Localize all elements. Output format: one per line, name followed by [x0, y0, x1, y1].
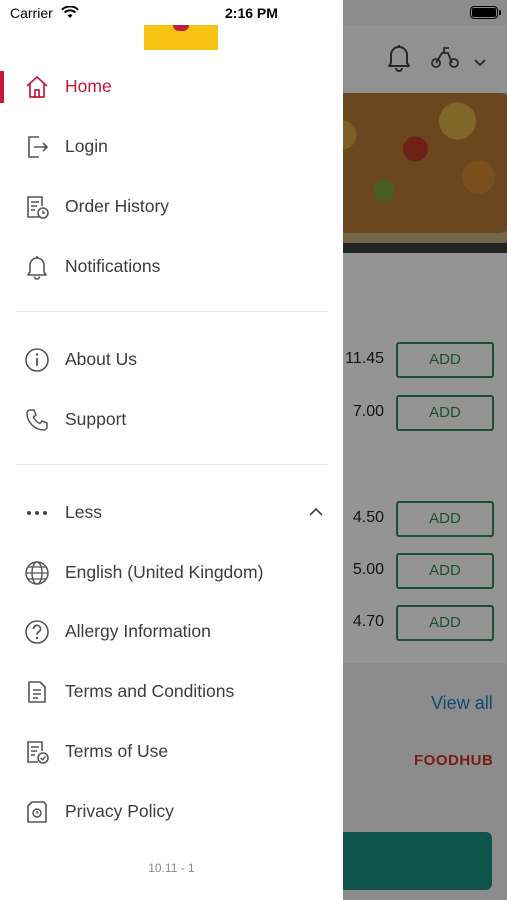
login-icon — [24, 134, 50, 160]
menu-item-about-us[interactable]: About Us — [0, 334, 343, 384]
menu-item-label: Order History — [65, 196, 170, 216]
menu-item-label: English (United Kingdom) — [65, 562, 264, 582]
menu-item-less[interactable]: Less — [0, 487, 343, 537]
menu-item-privacy-policy[interactable]: Privacy Policy — [0, 786, 343, 836]
status-bar: Carrier 2:16 PM — [0, 0, 507, 26]
menu-item-label: About Us — [65, 349, 137, 369]
menu-item-terms-of-use[interactable]: Terms of Use — [0, 726, 343, 776]
phone-icon — [24, 407, 50, 433]
home-icon — [24, 74, 50, 100]
order-history-icon — [24, 194, 50, 220]
menu-item-label: Terms and Conditions — [65, 681, 235, 701]
menu-item-login[interactable]: Login — [0, 121, 343, 171]
more-dots-icon — [24, 500, 50, 526]
question-icon — [24, 619, 50, 645]
menu-item-label: Allergy Information — [65, 621, 211, 641]
active-indicator — [0, 71, 4, 103]
menu-item-label: Support — [65, 409, 127, 429]
menu-item-label: Home — [65, 76, 112, 96]
menu-item-label: Privacy Policy — [65, 801, 174, 821]
wifi-icon — [61, 5, 79, 22]
menu-item-label: Login — [65, 136, 108, 156]
carrier-label: Carrier — [10, 5, 53, 21]
section-divider — [16, 311, 328, 312]
status-time: 2:16 PM — [225, 5, 278, 21]
globe-icon — [24, 560, 50, 586]
menu-item-label: Less — [65, 502, 102, 522]
section-divider — [16, 464, 328, 465]
privacy-icon — [24, 799, 50, 825]
bell-icon — [24, 254, 50, 280]
menu-item-allergy-information[interactable]: Allergy Information — [0, 606, 343, 656]
menu-item-notifications[interactable]: Notifications — [0, 241, 343, 291]
app-version: 10.11 - 1 — [148, 861, 195, 875]
chevron-up-icon[interactable] — [309, 503, 323, 521]
battery-icon — [470, 6, 501, 19]
document-check-icon — [24, 739, 50, 765]
document-icon — [24, 679, 50, 705]
info-icon — [24, 347, 50, 373]
menu-item-support[interactable]: Support — [0, 394, 343, 444]
restaurant-logo — [144, 25, 218, 50]
menu-item-terms-and-conditions[interactable]: Terms and Conditions — [0, 666, 343, 716]
menu-item-order-history[interactable]: Order History — [0, 181, 343, 231]
menu-item-label: Notifications — [65, 256, 161, 276]
menu-item-language[interactable]: English (United Kingdom) — [0, 547, 343, 597]
menu-item-home[interactable]: Home — [0, 61, 343, 111]
navigation-drawer: Home Login Order History Notifications A… — [0, 0, 343, 900]
menu-item-label: Terms of Use — [65, 741, 169, 761]
